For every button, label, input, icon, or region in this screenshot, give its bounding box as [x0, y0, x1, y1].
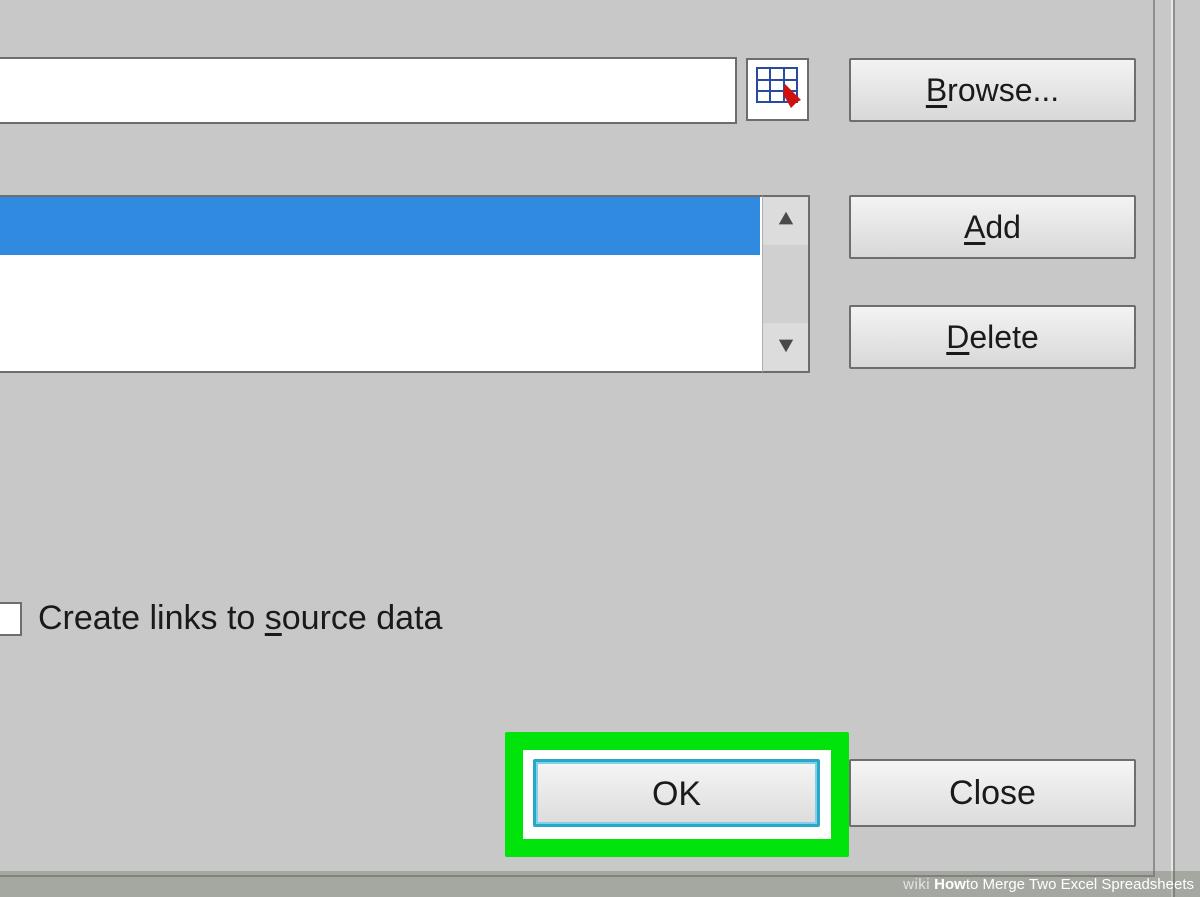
range-selector-button[interactable] [746, 58, 809, 121]
scroll-down-button[interactable] [763, 323, 808, 371]
consolidate-dialog: Browse... Add Delete Create links to sou… [0, 0, 1155, 877]
reference-input[interactable] [0, 57, 737, 124]
browse-button[interactable]: Browse... [849, 58, 1136, 122]
create-links-checkbox[interactable] [0, 602, 22, 636]
create-links-label: Create links to source data [38, 599, 442, 638]
watermark-bold: How [934, 876, 966, 893]
references-list[interactable] [0, 195, 762, 373]
scroll-down-icon [777, 336, 795, 359]
browse-button-label: Browse... [926, 72, 1059, 108]
watermark-prefix: wiki [903, 876, 930, 893]
add-button-label: Add [964, 209, 1021, 245]
list-scrollbar[interactable] [762, 195, 810, 373]
create-links-row: Create links to source data [0, 599, 442, 638]
close-button-label: Close [949, 774, 1036, 812]
right-panel-edge [1173, 0, 1200, 897]
references-list-wrap [0, 195, 810, 373]
delete-button-label: Delete [946, 319, 1039, 355]
watermark-rest: to Merge Two Excel Spreadsheets [966, 876, 1194, 893]
scroll-track[interactable] [763, 245, 808, 323]
range-selector-icon [755, 64, 801, 115]
watermark-bar: wiki How to Merge Two Excel Spreadsheets [0, 871, 1200, 897]
delete-button[interactable]: Delete [849, 305, 1136, 369]
ok-button[interactable]: OK [533, 759, 820, 827]
scroll-up-button[interactable] [763, 197, 808, 245]
ok-button-label: OK [652, 775, 701, 813]
scroll-up-icon [777, 210, 795, 233]
add-button[interactable]: Add [849, 195, 1136, 259]
close-button[interactable]: Close [849, 759, 1136, 827]
screenshot-stage: Browse... Add Delete Create links to sou… [0, 0, 1200, 897]
references-list-selected-row[interactable] [0, 197, 760, 255]
